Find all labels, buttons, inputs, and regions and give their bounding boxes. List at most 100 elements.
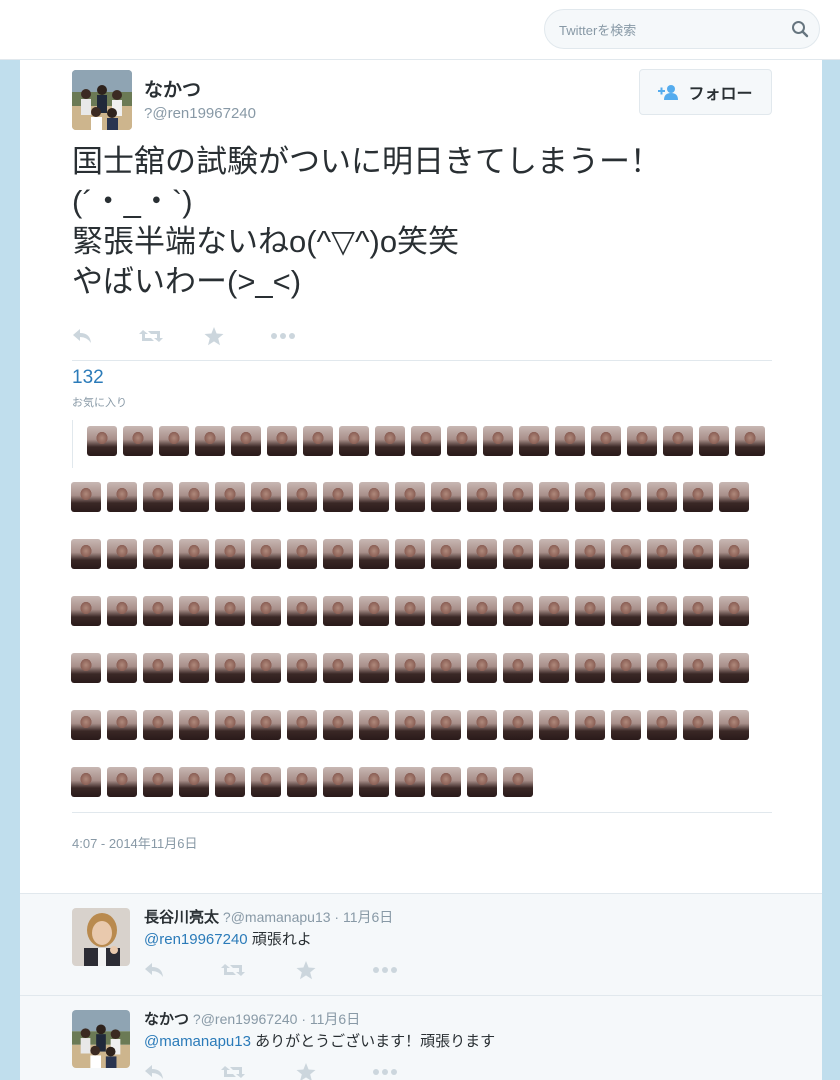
favoriter-avatar[interactable]	[627, 426, 657, 456]
favoriter-avatar[interactable]	[107, 767, 137, 797]
favoriter-avatar[interactable]	[647, 653, 677, 683]
favoriter-avatar[interactable]	[539, 539, 569, 569]
favoriter-avatar[interactable]	[215, 767, 245, 797]
favoriter-avatar[interactable]	[143, 482, 173, 512]
reply-icon[interactable]	[144, 1060, 220, 1080]
reply-item[interactable]: なかつ ?@ren19967240 · 11月6日 @mamanapu13 あり…	[20, 996, 822, 1080]
favoriter-avatar[interactable]	[107, 482, 137, 512]
favoriter-avatar[interactable]	[323, 653, 353, 683]
favoriter-avatar[interactable]	[447, 426, 477, 456]
favoriter-avatar[interactable]	[359, 710, 389, 740]
favoriter-avatar[interactable]	[647, 596, 677, 626]
favoriter-avatar[interactable]	[611, 482, 641, 512]
favoriter-avatar[interactable]	[611, 653, 641, 683]
favoriter-avatar[interactable]	[467, 710, 497, 740]
favoriter-avatar[interactable]	[431, 710, 461, 740]
reply-item[interactable]: 長谷川亮太 ?@mamanapu13 · 11月6日 @ren19967240 …	[20, 894, 822, 996]
favoriter-avatar[interactable]	[575, 596, 605, 626]
favoriter-avatar[interactable]	[503, 482, 533, 512]
favoriter-avatar[interactable]	[215, 596, 245, 626]
search-icon[interactable]	[791, 20, 809, 38]
favoriter-avatar[interactable]	[179, 482, 209, 512]
favoriter-avatar[interactable]	[107, 710, 137, 740]
favoriter-avatar[interactable]	[359, 767, 389, 797]
favoriter-avatar[interactable]	[215, 539, 245, 569]
favoriter-avatar[interactable]	[683, 653, 713, 683]
favoriter-avatar[interactable]	[359, 539, 389, 569]
favoriter-avatar[interactable]	[287, 596, 317, 626]
favoriter-avatar[interactable]	[87, 426, 117, 456]
favoriter-avatar[interactable]	[683, 482, 713, 512]
retweet-icon[interactable]	[220, 958, 296, 982]
favoriter-avatar[interactable]	[251, 767, 281, 797]
favoriter-avatar[interactable]	[647, 710, 677, 740]
favoriter-avatar[interactable]	[647, 482, 677, 512]
favoriter-avatar[interactable]	[503, 710, 533, 740]
favoriter-avatar[interactable]	[539, 710, 569, 740]
favoriter-avatar[interactable]	[467, 482, 497, 512]
favoriter-avatar[interactable]	[611, 596, 641, 626]
favoriter-avatar[interactable]	[719, 539, 749, 569]
favoriter-avatar[interactable]	[359, 482, 389, 512]
favoriter-avatar[interactable]	[683, 596, 713, 626]
favoriter-avatar[interactable]	[71, 482, 101, 512]
favoriter-avatar[interactable]	[107, 596, 137, 626]
favoriter-avatar[interactable]	[467, 539, 497, 569]
favoriter-avatar[interactable]	[71, 596, 101, 626]
favoriter-avatar[interactable]	[395, 482, 425, 512]
search-input[interactable]	[559, 18, 779, 42]
favoriter-avatar[interactable]	[71, 710, 101, 740]
favoriter-avatar[interactable]	[323, 767, 353, 797]
more-icon[interactable]	[372, 958, 448, 982]
favoriter-avatar[interactable]	[395, 653, 425, 683]
favoriter-avatar[interactable]	[683, 710, 713, 740]
favoriter-avatar[interactable]	[575, 653, 605, 683]
favoriter-avatar[interactable]	[503, 539, 533, 569]
favoriter-avatar[interactable]	[179, 653, 209, 683]
favoriter-avatar[interactable]	[179, 539, 209, 569]
favoriter-avatar[interactable]	[251, 710, 281, 740]
favoriter-avatar[interactable]	[303, 426, 333, 456]
favoriter-avatar[interactable]	[123, 426, 153, 456]
favoriter-avatar[interactable]	[287, 539, 317, 569]
favoriter-avatar[interactable]	[719, 653, 749, 683]
reply-author-name[interactable]: なかつ	[144, 1011, 189, 1028]
favoriter-avatar[interactable]	[483, 426, 513, 456]
favoriter-avatar[interactable]	[251, 539, 281, 569]
favoriter-avatar[interactable]	[195, 426, 225, 456]
favoriter-avatar[interactable]	[71, 653, 101, 683]
favoriter-avatar[interactable]	[719, 710, 749, 740]
favoriter-avatar[interactable]	[287, 710, 317, 740]
favorite-icon[interactable]	[204, 324, 270, 348]
favoriter-avatar[interactable]	[395, 596, 425, 626]
favoriter-avatar[interactable]	[575, 482, 605, 512]
favoriter-avatar[interactable]	[107, 539, 137, 569]
favoriter-avatar[interactable]	[215, 710, 245, 740]
reply-mention-link[interactable]: @ren19967240	[144, 931, 248, 948]
favoriter-avatar[interactable]	[575, 710, 605, 740]
reply-icon[interactable]	[72, 324, 138, 348]
favoriter-avatar[interactable]	[215, 482, 245, 512]
favoriter-avatar[interactable]	[143, 767, 173, 797]
reply-mention-link[interactable]: @mamanapu13	[144, 1033, 251, 1050]
favoriter-avatar[interactable]	[395, 539, 425, 569]
reply-author-name[interactable]: 長谷川亮太	[144, 909, 219, 926]
reply-avatar[interactable]	[72, 1010, 130, 1068]
favoriter-avatar[interactable]	[143, 596, 173, 626]
favoriter-avatar[interactable]	[467, 653, 497, 683]
favoriter-avatar[interactable]	[323, 482, 353, 512]
favoriter-avatar[interactable]	[323, 596, 353, 626]
favoriter-avatar[interactable]	[431, 653, 461, 683]
author-avatar[interactable]	[72, 70, 132, 130]
favoriter-avatar[interactable]	[359, 596, 389, 626]
favoriter-avatar[interactable]	[539, 482, 569, 512]
favoriter-avatar[interactable]	[323, 539, 353, 569]
favoriter-avatar[interactable]	[431, 539, 461, 569]
favoriter-avatar[interactable]	[251, 482, 281, 512]
favoriter-avatar[interactable]	[719, 482, 749, 512]
favoriter-avatar[interactable]	[431, 482, 461, 512]
favoriter-avatar[interactable]	[539, 653, 569, 683]
favoriter-avatar[interactable]	[287, 482, 317, 512]
favoriter-avatar[interactable]	[431, 596, 461, 626]
favoriter-avatar[interactable]	[179, 710, 209, 740]
